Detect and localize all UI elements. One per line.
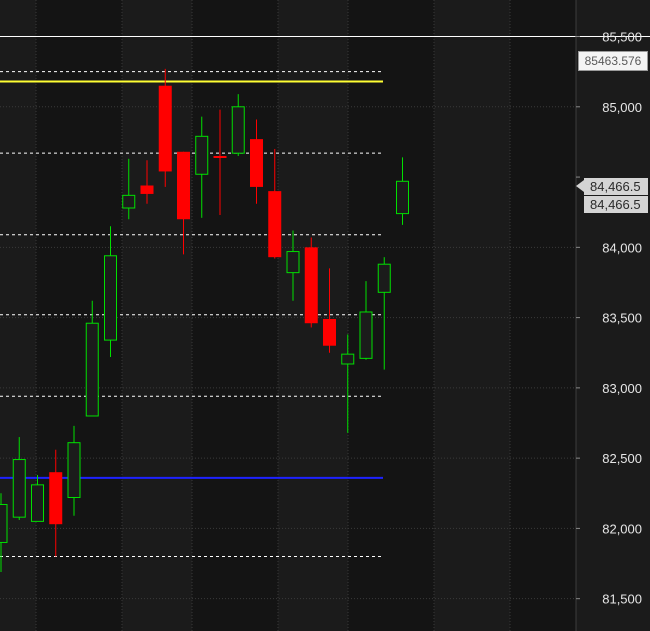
candle-body [195,135,209,175]
last-price-label: 84,466.5 [584,178,648,195]
price-tick-label: 84,000 [602,240,642,255]
candle-body [49,472,63,525]
last-price-pointer-icon [576,180,584,192]
chart-canvas[interactable]: 81,500 82,000 82,500 83,000 83,500 84,000 85,0… [0,0,650,631]
chart-background-band [510,0,576,631]
candle-body [286,251,300,274]
bearish-candle [304,237,318,328]
price-tick-label: 83,000 [602,381,642,396]
candle-body [213,155,227,158]
candle-body [177,151,190,220]
chart-background-band [434,0,510,631]
candle-body [231,106,245,154]
candle-body [396,180,409,215]
candle-body [268,191,282,258]
candle-body [0,504,8,543]
crosshair-price-label: 85463.576 [578,51,648,71]
candle-body [250,139,263,187]
candle-body [67,442,81,498]
price-tick-label: 85,500 [602,30,642,45]
bearish-candle [158,68,172,187]
price-chart[interactable]: 81,500 82,000 82,500 83,000 83,500 84,000 85,0… [0,0,650,631]
candle-body [341,353,355,365]
candle-body [323,319,336,346]
candle-body [31,484,44,522]
candle-body [85,322,99,417]
candle-body [359,311,373,359]
candle-body [304,247,318,324]
candle-body [377,263,391,293]
last-price-label: 84,466.5 [584,196,648,213]
price-tick-label: 85,000 [602,100,642,115]
candle-body [104,255,117,341]
price-tick-label: 82,000 [602,521,642,536]
chart-background-band [122,0,192,631]
candle-body [158,85,172,172]
chart-background-band [192,0,278,631]
candle-body [12,459,26,518]
price-tick-label: 81,500 [602,592,642,607]
candle-body [122,194,136,209]
price-tick-label: 83,500 [602,311,642,326]
price-tick-label: 82,500 [602,451,642,466]
candle-body [140,185,154,194]
